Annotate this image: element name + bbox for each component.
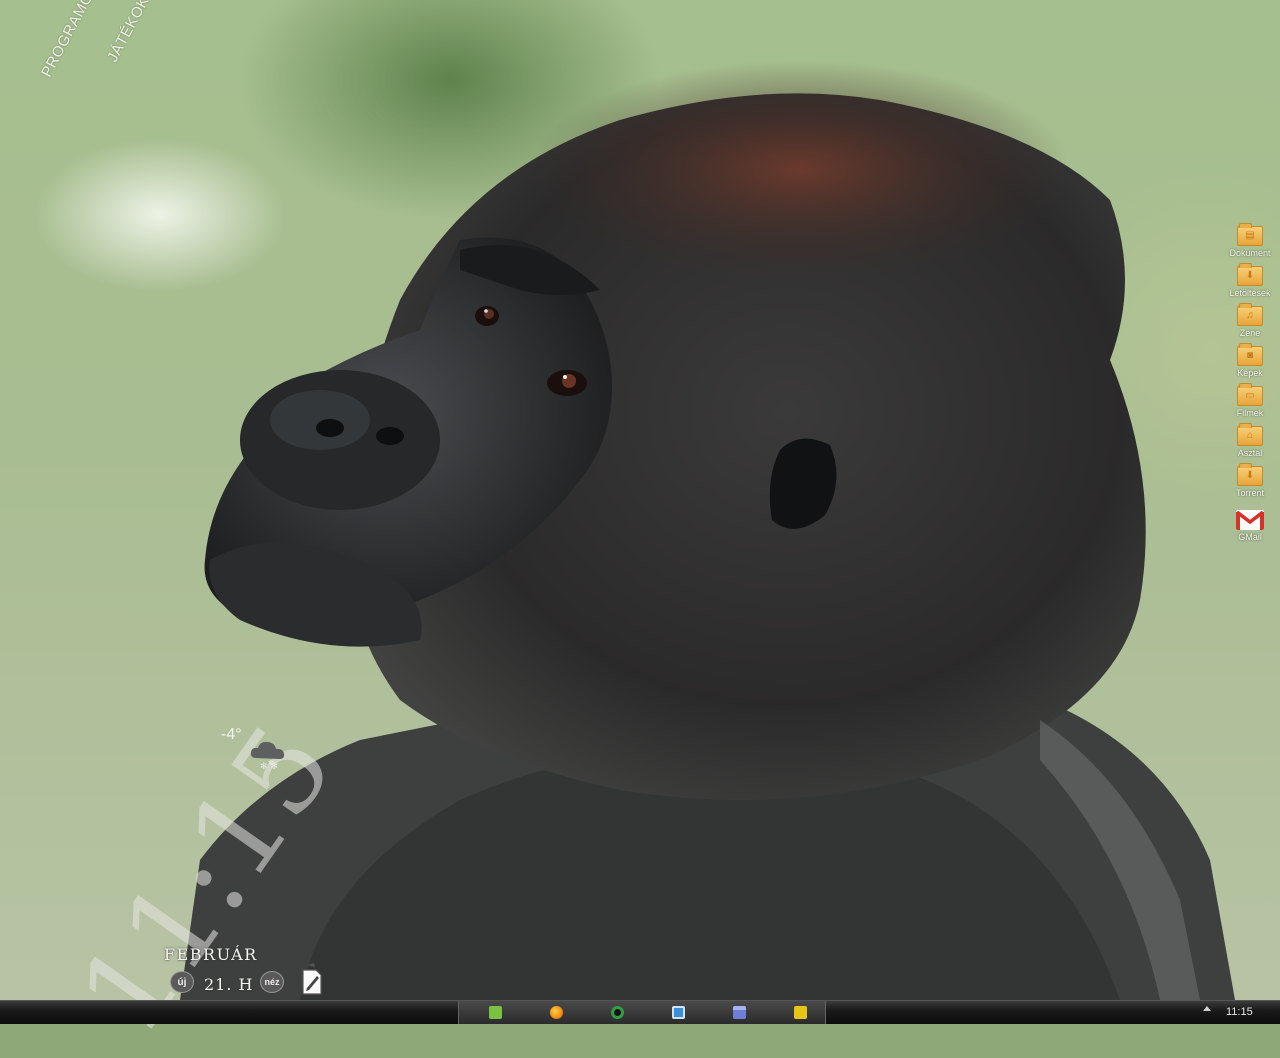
folder-desktop[interactable]: ⌂ Asztal — [1224, 423, 1276, 466]
desktop-folder-icon: ⌂ — [1237, 423, 1263, 446]
movies-folder-icon: ▭ — [1237, 383, 1263, 406]
folder-label: Asztal — [1237, 448, 1263, 458]
new-note-button[interactable]: új — [170, 971, 194, 993]
calendar-day: 21. H — [204, 975, 254, 994]
document-folder-icon: ▤ — [1237, 223, 1263, 246]
music-folder-icon: ♫ — [1237, 303, 1263, 326]
tray-expand-icon[interactable] — [1203, 1006, 1211, 1011]
calendar-month: FEBRUÁR — [164, 945, 258, 964]
folder-downloads[interactable]: ⬇ Letöltések — [1224, 263, 1276, 306]
gmail-label: GMail — [1238, 532, 1262, 542]
pictures-folder-icon: ◙ — [1237, 343, 1263, 366]
task-app-4[interactable] — [648, 1003, 708, 1022]
folder-pictures[interactable]: ◙ Képek — [1224, 343, 1276, 386]
temperature-readout: -4° — [221, 726, 242, 743]
taskbar-clock[interactable]: 11:15 — [1226, 1006, 1253, 1018]
android-icon — [488, 1006, 502, 1019]
folder-label: Képek — [1237, 368, 1263, 378]
folder-movies[interactable]: ▭ Filmek — [1224, 383, 1276, 426]
folder-label: Zene — [1239, 328, 1261, 338]
folder-label: Letöltések — [1229, 288, 1271, 298]
folder-documents[interactable]: ▤ Dokument — [1224, 223, 1276, 266]
svg-text:✻: ✻ — [268, 759, 274, 767]
task-firefox[interactable] — [526, 1003, 586, 1022]
view-notes-button[interactable]: néz — [260, 971, 284, 993]
task-strip — [458, 1001, 826, 1024]
folder-torrent[interactable]: ⬇ Torrent — [1224, 463, 1276, 506]
task-app-5[interactable] — [709, 1003, 769, 1022]
downloads-folder-icon: ⬇ — [1237, 263, 1263, 286]
folder-shortcuts: ▤ Dokument ⬇ Letöltések ♫ Zene ◙ Képek ▭… — [1224, 223, 1276, 554]
torrent-folder-icon: ⬇ — [1237, 463, 1263, 486]
task-app-3[interactable] — [587, 1003, 647, 1022]
folder-label: Filmek — [1236, 408, 1264, 418]
floppy-icon — [671, 1006, 685, 1019]
gmail-icon — [1236, 510, 1264, 530]
folder-label: Dokument — [1229, 248, 1271, 258]
task-app-6[interactable] — [770, 1003, 830, 1022]
firefox-icon — [549, 1006, 563, 1019]
green-circle-icon — [610, 1006, 624, 1019]
window-icon — [732, 1006, 746, 1019]
cloud-snow-icon: ✻ ✻ ✻ — [250, 741, 285, 772]
pencil-icon — [793, 1006, 807, 1019]
note-edit-icon[interactable] — [300, 962, 324, 996]
task-app-1[interactable] — [465, 1003, 525, 1022]
folder-label: Torrent — [1235, 488, 1264, 498]
gmail-shortcut[interactable]: GMail — [1224, 510, 1276, 554]
taskbar: 11:15 — [0, 1000, 1280, 1024]
folder-music[interactable]: ♫ Zene — [1224, 303, 1276, 346]
